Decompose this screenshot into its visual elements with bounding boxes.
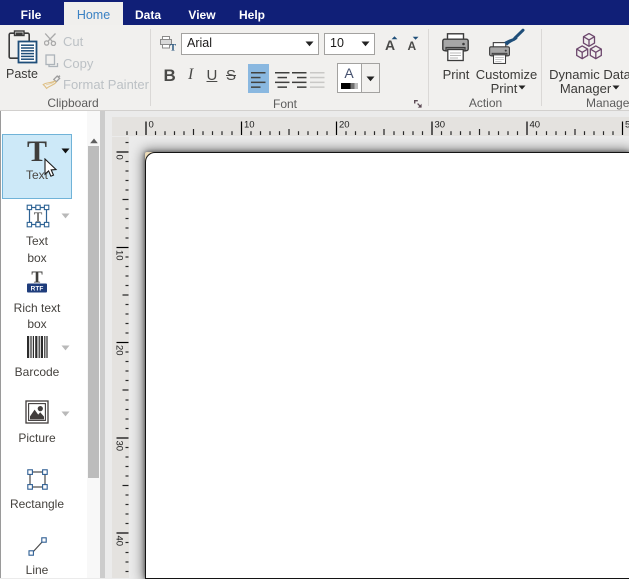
svg-text:10: 10 bbox=[244, 120, 255, 131]
svg-text:10: 10 bbox=[114, 250, 125, 261]
svg-text:0: 0 bbox=[149, 120, 154, 131]
svg-text:40: 40 bbox=[530, 120, 541, 131]
svg-text:50: 50 bbox=[625, 120, 629, 131]
svg-text:30: 30 bbox=[114, 441, 125, 452]
svg-text:30: 30 bbox=[435, 120, 446, 131]
svg-text:0: 0 bbox=[114, 155, 125, 160]
svg-text:40: 40 bbox=[114, 536, 125, 547]
svg-text:20: 20 bbox=[114, 345, 125, 356]
svg-text:20: 20 bbox=[339, 120, 350, 131]
